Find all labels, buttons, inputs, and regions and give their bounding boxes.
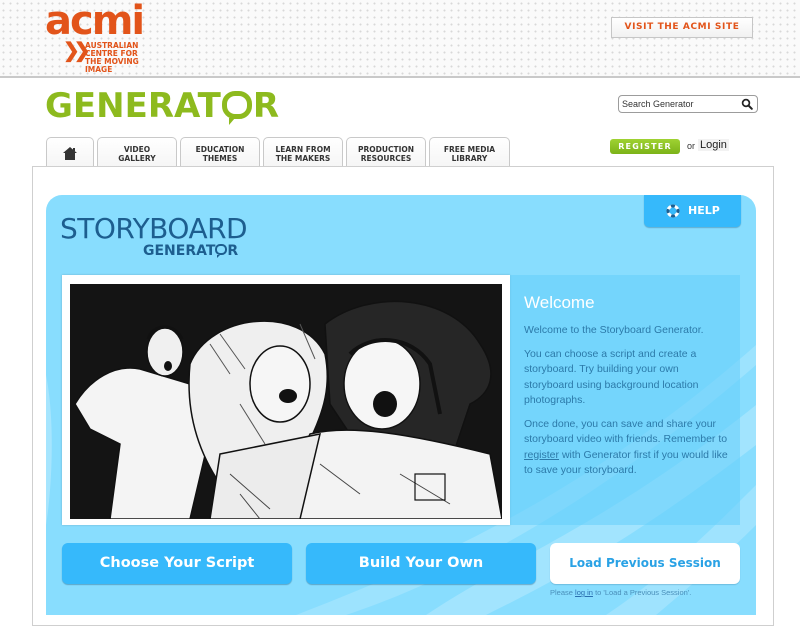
tab-label: EDUCATION xyxy=(195,145,245,154)
note-text: Please xyxy=(550,588,573,597)
welcome-text: Once done, you can save and share your s… xyxy=(524,417,728,446)
session-note: Please log in to 'Load a Previous Sessio… xyxy=(550,588,691,597)
speech-bubble-icon xyxy=(215,244,228,258)
storyboard-image-card xyxy=(62,275,510,525)
help-label: HELP xyxy=(688,204,720,217)
tab-label: PRODUCTION xyxy=(357,145,415,154)
welcome-body: Welcome to the Storyboard Generator. You… xyxy=(524,323,729,487)
tab-label: RESOURCES xyxy=(360,154,412,163)
generator-logo[interactable]: GENERAT R xyxy=(45,86,279,126)
tab-label: FREE MEDIA xyxy=(443,145,496,154)
tab-label: THE MAKERS xyxy=(275,154,331,163)
tab-label: LEARN FROM xyxy=(275,145,331,154)
acmi-logo-tagline: AUSTRALIAN CENTRE FOR THE MOVING IMAGE xyxy=(85,42,139,74)
comic-illustration-drawing xyxy=(70,284,502,519)
lifebuoy-icon xyxy=(666,204,680,218)
choose-your-script-button[interactable]: Choose Your Script xyxy=(62,543,292,584)
tab-label: GALLERY xyxy=(118,154,156,163)
subtitle-text: R xyxy=(227,243,239,259)
tab-video-gallery[interactable]: VIDEO GALLERY xyxy=(97,137,177,167)
tab-label: LIBRARY xyxy=(451,154,488,163)
acmi-header-bar: acmi ❯❯ AUSTRALIAN CENTRE FOR THE MOVING… xyxy=(0,0,800,78)
tab-education-themes[interactable]: EDUCATION THEMES xyxy=(180,137,260,167)
storyboard-title: STORYBOARD xyxy=(60,212,248,245)
home-icon xyxy=(63,147,77,160)
welcome-panel: Welcome Welcome to the Storyboard Genera… xyxy=(510,275,740,525)
tab-free-media-library[interactable]: FREE MEDIA LIBRARY xyxy=(429,137,510,167)
tab-label: THEMES xyxy=(202,154,238,163)
welcome-paragraph: You can choose a script and create a sto… xyxy=(524,347,699,407)
build-your-own-button[interactable]: Build Your Own xyxy=(306,543,536,584)
register-link[interactable]: register xyxy=(524,449,559,461)
acmi-logo[interactable]: acmi ❯❯ AUSTRALIAN CENTRE FOR THE MOVING… xyxy=(45,0,145,74)
visit-acmi-site-button[interactable]: VISIT THE ACMI SITE xyxy=(611,17,753,38)
welcome-paragraph: Once done, you can save and share your s… xyxy=(524,417,729,479)
comic-illustration xyxy=(70,284,502,519)
tab-home[interactable] xyxy=(46,137,94,167)
search-box xyxy=(618,95,758,113)
subtitle-text: GENERAT xyxy=(143,243,216,259)
logo-text: R xyxy=(252,86,280,126)
tab-production-resources[interactable]: PRODUCTION RESOURCES xyxy=(346,137,426,167)
log-in-link[interactable]: log in xyxy=(575,588,593,597)
double-chevron-icon: ❯❯ xyxy=(63,40,90,62)
acmi-logo-wordmark: acmi xyxy=(45,0,145,44)
tab-label: VIDEO xyxy=(123,145,151,154)
tab-learn-from-the-makers[interactable]: LEARN FROM THE MAKERS xyxy=(263,137,343,167)
search-icon[interactable] xyxy=(741,98,753,110)
note-text: to 'Load a Previous Session'. xyxy=(595,588,692,597)
or-text: or xyxy=(687,141,696,151)
welcome-title: Welcome xyxy=(524,293,595,312)
register-button[interactable]: REGISTER xyxy=(610,139,680,154)
storyboard-subtitle: GENERAT R xyxy=(143,243,238,259)
help-button[interactable]: HELP xyxy=(644,195,741,227)
storyboard-generator-panel: STORYBOARD GENERAT R HELP Welcome Welcom… xyxy=(46,195,756,615)
welcome-paragraph: Welcome to the Storyboard Generator. xyxy=(524,324,704,336)
load-previous-session-button[interactable]: Load Previous Session xyxy=(550,543,740,584)
login-link[interactable]: Login xyxy=(698,139,729,151)
search-input[interactable] xyxy=(622,97,740,111)
tagline-line: IMAGE xyxy=(85,65,113,74)
logo-text: GENERAT xyxy=(45,86,221,126)
speech-bubble-icon xyxy=(221,91,252,125)
